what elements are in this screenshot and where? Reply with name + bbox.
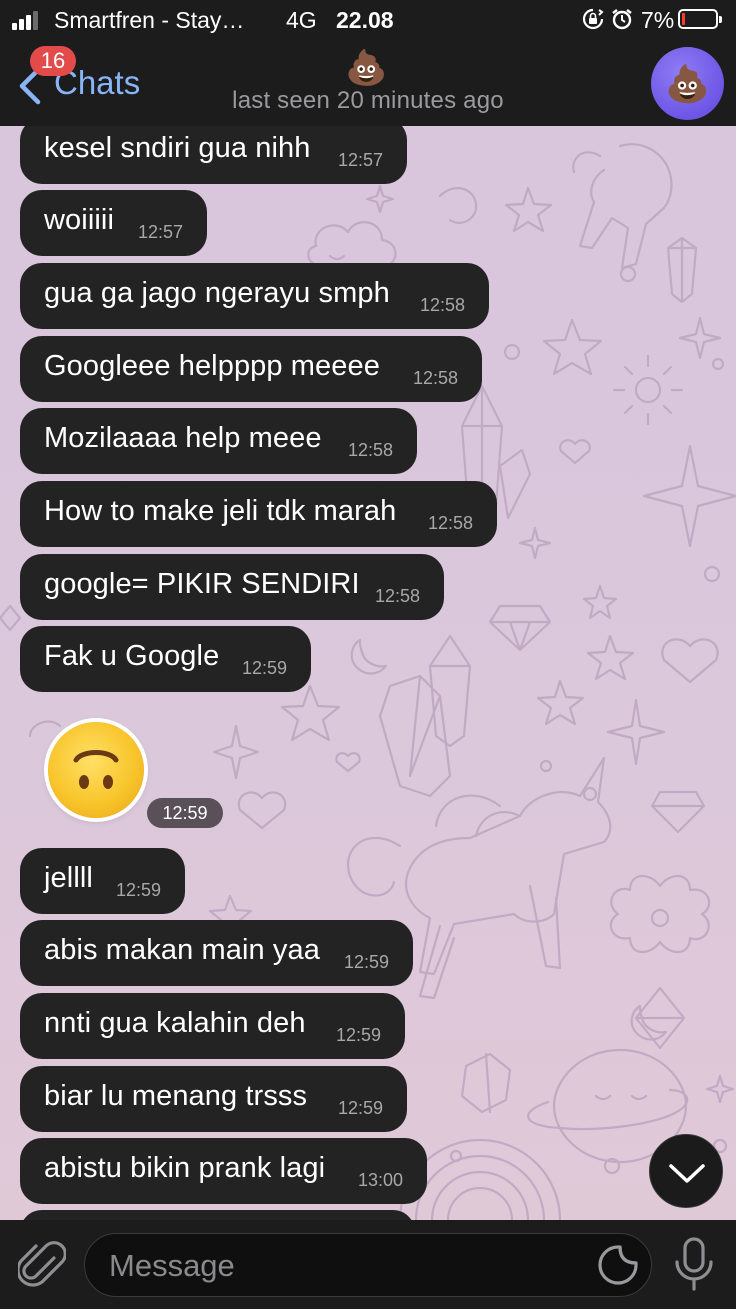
unread-count-badge: 16: [30, 46, 76, 76]
signal-strength-icon: [12, 10, 46, 30]
network-type: 4G: [286, 7, 317, 33]
sticker-icon[interactable]: [597, 1244, 639, 1286]
message-text: How to make jeli tdk marah: [44, 495, 397, 527]
message-text: biar lu menang trsss: [44, 1080, 308, 1112]
message-text: abis makan main yaa: [44, 934, 320, 966]
microphone-icon[interactable]: [672, 1236, 716, 1292]
message-time: 12:58: [412, 368, 458, 388]
message-bubble[interactable]: How to make jeli tdk marah 12:58: [20, 481, 497, 547]
chat-message-list[interactable]: kesel sndiri gua nihh 12:57 woiiiii 12:5…: [0, 126, 736, 1220]
carrier-name: Smartfren - Stay…: [54, 7, 245, 33]
contact-avatar[interactable]: 💩: [651, 47, 724, 120]
message-bubble[interactable]: Googleee helpppp meeee 12:58: [20, 336, 482, 402]
message-text: nnti gua kalahin deh: [44, 1007, 306, 1039]
last-seen-status: last seen 20 minutes ago: [232, 87, 504, 114]
message-text: woiiiii: [44, 204, 114, 236]
message-input-bar: Message: [0, 1220, 736, 1309]
message-bubble[interactable]: gua ga jago ngerayu smph 12:58: [20, 263, 489, 329]
chevron-down-icon: [669, 1164, 705, 1183]
paperclip-attach-icon[interactable]: [18, 1238, 66, 1290]
message-time: 12:58: [419, 295, 465, 315]
battery-percent: 7%: [641, 7, 675, 33]
contact-name[interactable]: 💩: [345, 48, 387, 88]
message-bubble[interactable]: nnti gua kalahin deh 12:59: [20, 993, 405, 1059]
message-bubble[interactable]: jellll 12:59: [20, 848, 185, 914]
message-time: 13:00: [357, 1170, 403, 1190]
message-bubble[interactable]: biar lu menang trsss 12:59: [20, 1066, 407, 1132]
message-time: 12:59: [337, 1098, 383, 1118]
message-text: jellll: [44, 862, 93, 894]
message-text: Googleee helpppp meeee: [44, 350, 380, 382]
status-bar: Smartfren - Stay… 4G 22.08 7%: [0, 0, 736, 40]
message-bubble[interactable]: woiiiii 12:57: [20, 190, 207, 256]
message-time: 12:59: [335, 1025, 381, 1045]
message-time: 12:58: [347, 440, 393, 460]
message-text: google= PIKIR SENDIRI: [44, 568, 360, 600]
screen-rotation-lock-icon: [582, 8, 604, 30]
scroll-to-bottom-button[interactable]: [649, 1134, 723, 1208]
message-input[interactable]: Message: [84, 1233, 652, 1297]
message-bubble[interactable]: Fak u Google 12:59: [20, 626, 311, 692]
message-text: Mozilaaaa help meee: [44, 422, 322, 454]
message-bubble[interactable]: abistu bikin prank lagi 13:00: [20, 1138, 427, 1204]
message-text: gua ga jago ngerayu smph: [44, 277, 390, 309]
message-time: 12:59: [241, 658, 287, 678]
message-bubble-partial[interactable]: [20, 1210, 415, 1220]
upside-down-face-sticker[interactable]: [48, 722, 144, 818]
message-bubble[interactable]: abis makan main yaa 12:59: [20, 920, 413, 986]
message-time: 12:57: [137, 222, 183, 242]
message-bubble[interactable]: google= PIKIR SENDIRI 12:58: [20, 554, 444, 620]
sticker-time: 12:59: [147, 798, 223, 828]
message-time: 12:59: [343, 952, 389, 972]
battery-level-fill: [682, 13, 685, 25]
message-placeholder: Message: [109, 1248, 235, 1283]
message-bubble[interactable]: Mozilaaaa help meee 12:58: [20, 408, 417, 474]
message-time: 12:58: [374, 586, 420, 606]
message-time: 12:57: [337, 150, 383, 170]
message-text: kesel sndiri gua nihh: [44, 132, 311, 164]
message-text: abistu bikin prank lagi: [44, 1152, 326, 1184]
upside-down-face-icon: [73, 750, 119, 789]
top-bar: Smartfren - Stay… 4G 22.08 7% Chats 16 💩…: [0, 0, 736, 126]
battery-icon: [678, 9, 722, 29]
message-text: Fak u Google: [44, 640, 220, 672]
message-bubble[interactable]: kesel sndiri gua nihh 12:57: [20, 126, 407, 184]
avatar-emoji: 💩: [665, 62, 710, 104]
status-clock: 22.08: [336, 7, 394, 33]
alarm-icon: [612, 9, 632, 30]
message-time: 12:59: [115, 880, 161, 900]
message-time: 12:58: [427, 513, 473, 533]
